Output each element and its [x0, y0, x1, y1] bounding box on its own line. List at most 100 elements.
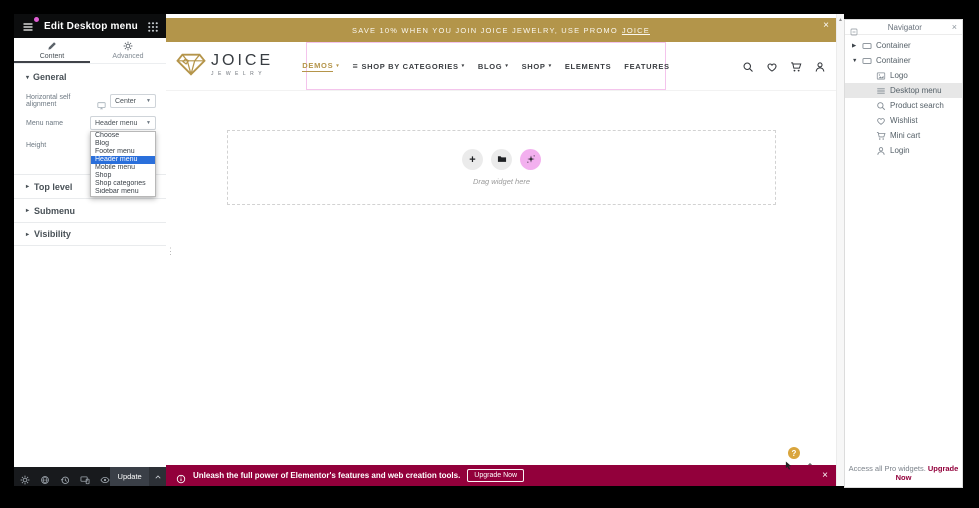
alignment-select[interactable]: Center ▼	[110, 94, 156, 108]
site-nav-label: FEATURES	[624, 62, 669, 71]
gear-icon	[123, 41, 133, 51]
cart-icon[interactable]	[790, 60, 802, 72]
tab-advanced-label: Advanced	[112, 53, 143, 60]
navigator-item[interactable]: ▼ Container	[845, 53, 962, 68]
dropdown-option-label: Blog	[95, 140, 109, 147]
alignment-label: Horizontal self alignment	[26, 94, 97, 108]
categories-burger-icon: ≡	[353, 61, 359, 71]
cart-icon	[876, 131, 886, 141]
settings-gear-icon[interactable]	[20, 472, 30, 482]
dropdown-option[interactable]: Header menu	[91, 156, 155, 164]
dropdown-option-label: Choose	[95, 132, 119, 139]
ai-builder-button[interactable]	[520, 149, 541, 170]
collapsed-section[interactable]: ▸ Visibility	[14, 222, 166, 246]
dropdown-option[interactable]: Blog	[91, 140, 155, 148]
section-general[interactable]: ▾ General	[14, 64, 166, 90]
elementor-editor: Edit Desktop menu Content Advanced ▾ Gen…	[0, 0, 979, 508]
navigator-item[interactable]: Login	[845, 143, 962, 158]
dropdown-option-label: Mobile menu	[95, 164, 135, 171]
triangle-right-icon: ▸	[26, 207, 29, 214]
promo-close-icon[interactable]: ×	[823, 18, 829, 34]
desktop-monitor-icon[interactable]	[97, 97, 106, 106]
dropdown-option[interactable]: Mobile menu	[91, 164, 155, 172]
preview-eye-icon[interactable]	[100, 472, 110, 482]
tab-content[interactable]: Content	[14, 38, 90, 63]
dropdown-option[interactable]: Choose	[91, 132, 155, 140]
scrollbar-up-arrow-icon[interactable]: ▲	[837, 14, 844, 23]
navigator-item-label: Desktop menu	[890, 86, 942, 95]
collapse-all-icon[interactable]	[850, 23, 858, 31]
site-logo[interactable]: JOICE JEWELRY	[176, 51, 273, 78]
drag-widget-hint: Drag widget here	[473, 177, 530, 186]
tree-toggle-icon[interactable]: ▼	[852, 58, 858, 64]
user-icon	[876, 146, 886, 156]
dropdown-option-label: Header menu	[95, 156, 137, 163]
tab-advanced[interactable]: Advanced	[90, 38, 166, 63]
site-nav-item[interactable]: DEMOS ▾	[302, 61, 339, 72]
site-nav-label: SHOP	[522, 62, 546, 71]
promo-link[interactable]: JOICE	[622, 26, 650, 35]
navigator-item-label: Wishlist	[890, 116, 918, 125]
preview-scrollbar[interactable]: ▲	[836, 14, 844, 486]
navigator-item[interactable]: Mini cart	[845, 128, 962, 143]
site-nav-item[interactable]: ELEMENTS	[565, 62, 611, 71]
chevron-down-icon: ▾	[336, 63, 339, 69]
info-icon	[176, 471, 186, 481]
navigator-item-label: Container	[876, 41, 911, 50]
navigator-title: Navigator	[858, 23, 952, 32]
search-icon[interactable]	[742, 60, 754, 72]
navigator-item[interactable]: Desktop menu	[845, 83, 962, 98]
user-icon[interactable]	[814, 60, 826, 72]
add-template-button[interactable]	[491, 149, 512, 170]
navigator-item[interactable]: Wishlist	[845, 113, 962, 128]
menu-name-select[interactable]: Header menu ▼	[90, 116, 156, 130]
navigator-item-label: Login	[890, 146, 910, 155]
dropdown-option[interactable]: Shop	[91, 172, 155, 180]
folder-icon	[497, 151, 507, 169]
tree-toggle-icon[interactable]: ▶	[852, 43, 858, 49]
panel-body: ▾ General Horizontal self alignment Cent…	[14, 64, 166, 467]
upgrade-now-button[interactable]: Upgrade Now	[467, 469, 524, 482]
container-icon	[862, 41, 872, 51]
heart-icon	[876, 116, 886, 126]
dropdown-option[interactable]: Footer menu	[91, 148, 155, 156]
site-nav-label: DEMOS	[302, 61, 333, 72]
collapsed-section[interactable]: ▸ Submenu	[14, 198, 166, 222]
widgets-grid-button[interactable]	[147, 20, 159, 32]
dropdown-option[interactable]: Sidebar menu	[91, 188, 155, 196]
navigator-close-icon[interactable]: ×	[952, 23, 957, 31]
heart-icon[interactable]	[766, 60, 778, 72]
navigator-item[interactable]: ▶ Container	[845, 38, 962, 53]
history-icon[interactable]	[60, 472, 70, 482]
site-nav-item[interactable]: FEATURES	[624, 62, 669, 71]
update-button[interactable]: Update	[110, 467, 149, 486]
diamond-logo-icon	[176, 51, 206, 78]
section-general-label: General	[33, 72, 67, 82]
site-settings-globe-icon[interactable]	[40, 472, 50, 482]
site-nav-item[interactable]: ≡ SHOP BY CATEGORIES ▾	[353, 61, 465, 71]
chevron-down-icon: ▼	[146, 120, 151, 126]
dropdown-option-label: Sidebar menu	[95, 188, 139, 195]
dropdown-option[interactable]: Shop categories	[91, 180, 155, 188]
navigator-header: Navigator ×	[845, 20, 962, 35]
triangle-right-icon: ▸	[26, 183, 29, 190]
image-icon	[876, 71, 886, 81]
container-icon	[862, 56, 872, 66]
panel-resize-handle[interactable]: ⋮	[166, 243, 172, 259]
add-section-button[interactable]: +	[462, 149, 483, 170]
collapsed-section-label: Visibility	[34, 229, 71, 239]
site-nav-item[interactable]: SHOP ▾	[522, 62, 552, 71]
search-icon	[876, 101, 886, 111]
responsive-mode-icon[interactable]	[80, 472, 90, 482]
dropdown-option-label: Shop categories	[95, 180, 146, 187]
navigator-item[interactable]: Logo	[845, 68, 962, 83]
site-nav-item[interactable]: BLOG ▾	[478, 62, 509, 71]
menu-name-value: Header menu	[95, 120, 137, 127]
notice-close-icon[interactable]: ×	[822, 470, 828, 481]
save-options-button[interactable]	[149, 467, 166, 486]
editor-panel: Edit Desktop menu Content Advanced ▾ Gen…	[14, 14, 166, 486]
navigator-item[interactable]: Product search	[845, 98, 962, 113]
header-icon-group	[742, 60, 826, 72]
hamburger-icon	[21, 20, 35, 37]
panel-menu-button[interactable]	[21, 20, 35, 32]
